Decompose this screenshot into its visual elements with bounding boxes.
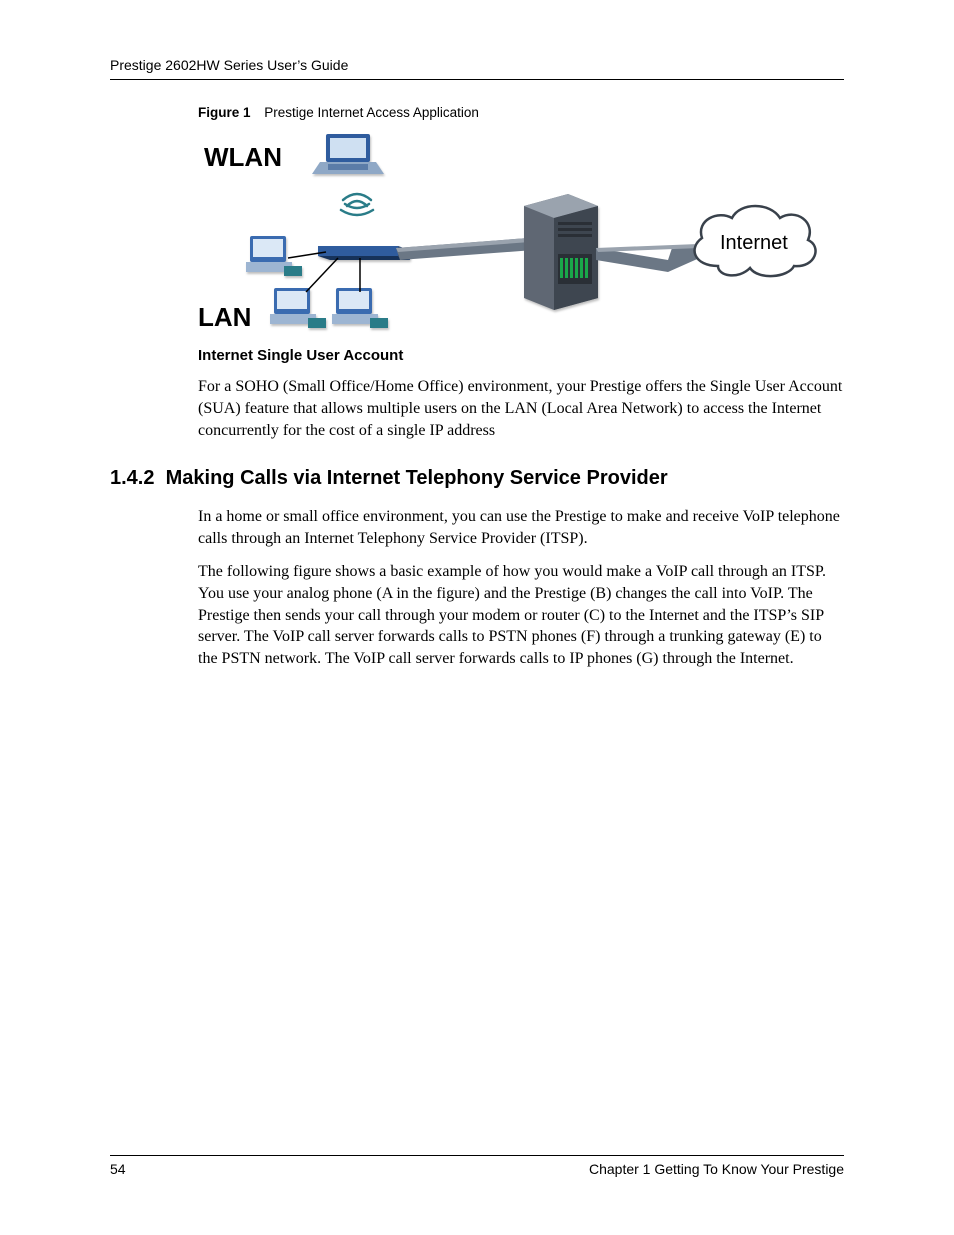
server-icon: [524, 194, 598, 310]
section-1-4-2-para-2: The following figure shows a basic examp…: [198, 561, 844, 669]
laptop-icon: [312, 134, 384, 174]
figure-internet-label: Internet: [720, 230, 788, 257]
chapter-label: Chapter 1 Getting To Know Your Prestige: [589, 1160, 844, 1179]
section-title: Making Calls via Internet Telephony Serv…: [166, 467, 668, 489]
pc-2-icon: [270, 288, 326, 328]
running-title: Prestige 2602HW Series User’s Guide: [110, 57, 348, 73]
subsection-title: Internet Single User Account: [198, 346, 844, 366]
page-footer: 54 Chapter 1 Getting To Know Your Presti…: [110, 1155, 844, 1179]
page-body: Figure 1 Prestige Internet Access Applic…: [110, 104, 844, 681]
figure-1-label: Figure 1: [198, 105, 251, 120]
subsection-paragraph: For a SOHO (Small Office/Home Office) en…: [198, 376, 844, 441]
figure-wlan-label: WLAN: [204, 140, 282, 175]
page-number: 54: [110, 1160, 126, 1179]
figure-1-caption: Figure 1 Prestige Internet Access Applic…: [198, 104, 844, 122]
pc-1-icon: [246, 236, 302, 276]
pc-3-icon: [332, 288, 388, 328]
wifi-icon: [341, 194, 373, 215]
wan-link-2: [596, 244, 704, 272]
figure-1-caption-text: Prestige Internet Access Application: [264, 105, 479, 120]
section-number: 1.4.2: [110, 467, 154, 489]
figure-1-diagram: WLAN LAN Internet: [198, 130, 818, 336]
page-header: Prestige 2602HW Series User’s Guide: [110, 56, 844, 80]
section-1-4-2-para-1: In a home or small office environment, y…: [198, 506, 844, 549]
wan-link-1: [396, 238, 534, 260]
figure-lan-label: LAN: [198, 300, 251, 335]
section-1-4-2-heading: 1.4.2 Making Calls via Internet Telephon…: [110, 465, 844, 492]
